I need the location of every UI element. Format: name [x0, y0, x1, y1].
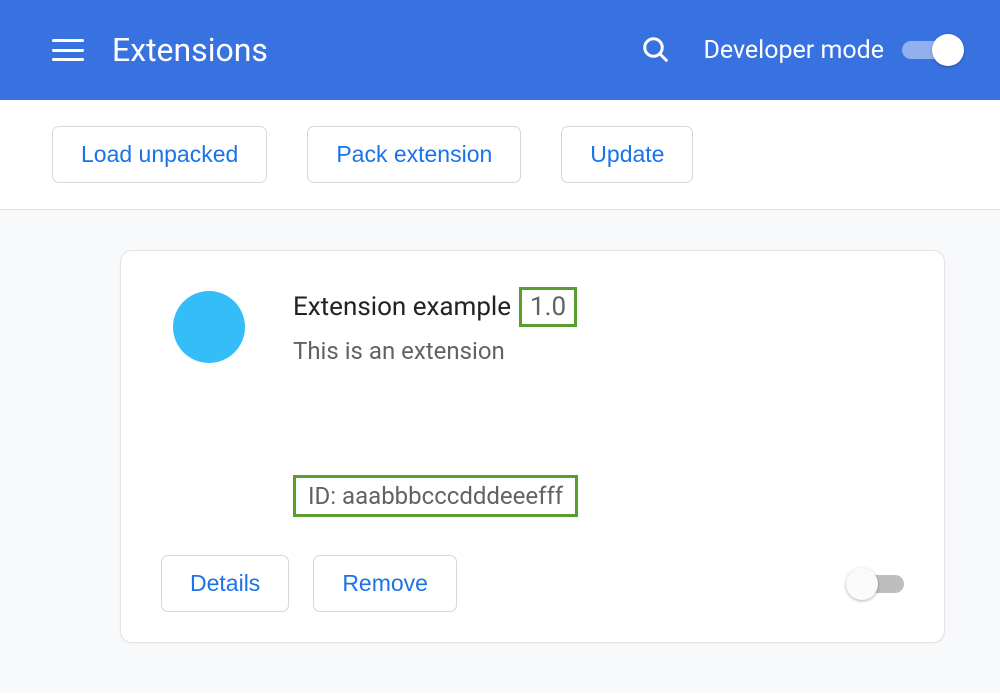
search-icon[interactable]: [641, 35, 671, 65]
developer-toolbar: Load unpacked Pack extension Update: [0, 100, 1000, 210]
page-title: Extensions: [112, 31, 268, 69]
details-button[interactable]: Details: [161, 555, 289, 612]
pack-extension-button[interactable]: Pack extension: [307, 126, 521, 183]
developer-mode-toggle[interactable]: [902, 41, 960, 59]
extension-description: This is an extension: [293, 337, 904, 365]
load-unpacked-button[interactable]: Load unpacked: [52, 126, 267, 183]
extension-name: Extension example: [293, 292, 511, 322]
app-header: Extensions Developer mode: [0, 0, 1000, 100]
extension-icon: [173, 291, 245, 363]
extension-enable-toggle[interactable]: [850, 575, 904, 593]
extension-card: Extension example 1.0 This is an extensi…: [120, 250, 945, 643]
extension-id-highlight: ID: aaabbbcccdddeeefff: [293, 475, 578, 517]
extension-version: 1.0: [519, 287, 577, 327]
remove-button[interactable]: Remove: [313, 555, 457, 612]
developer-mode-label: Developer mode: [703, 36, 884, 65]
extension-id: ID: aaabbbcccdddeeefff: [308, 482, 563, 510]
update-button[interactable]: Update: [561, 126, 693, 183]
menu-icon[interactable]: [52, 39, 84, 61]
content-area: Extension example 1.0 This is an extensi…: [0, 210, 1000, 693]
